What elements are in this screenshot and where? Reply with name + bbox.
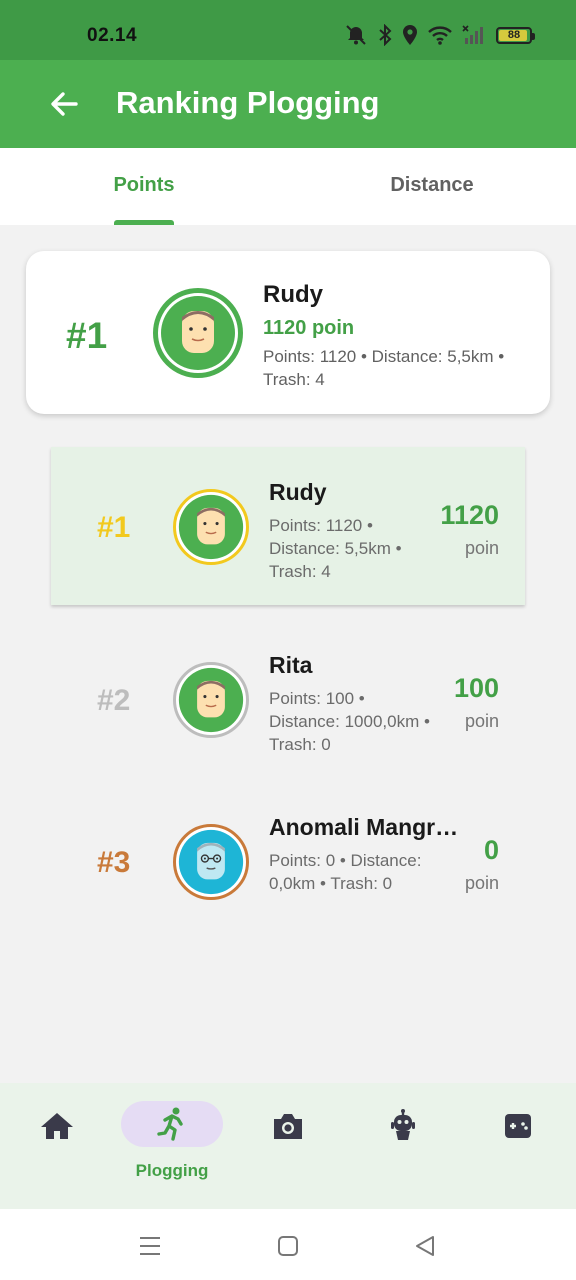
rank-label: #1	[97, 511, 131, 544]
nav-robot[interactable]	[353, 1101, 453, 1181]
status-icons: 88	[344, 24, 535, 46]
bluetooth-icon	[379, 24, 392, 46]
avatar	[173, 489, 249, 565]
system-nav-bar	[0, 1209, 576, 1280]
arrow-back-icon	[51, 92, 78, 116]
user-avatar-icon	[161, 296, 235, 370]
gamepad-icon	[505, 1114, 531, 1138]
tab-indicator	[114, 220, 174, 225]
ranker-detail: Points: 0 • Distance: 0,0km • Trash: 0	[269, 851, 422, 893]
signal-icon	[462, 25, 483, 44]
home-button[interactable]	[273, 1231, 303, 1261]
avatar	[173, 824, 249, 900]
nav-home[interactable]	[7, 1101, 107, 1181]
top-ranker-detail: Points: 1120 • Distance: 5,5km • Trash: …	[263, 347, 505, 389]
avatar	[173, 662, 249, 738]
ranker-detail: Points: 1120 • Distance: 5,5km • Trash: …	[269, 516, 402, 581]
battery-icon: 88	[496, 26, 535, 44]
rank-label: #3	[97, 846, 131, 879]
nav-label-plogging: Plogging	[135, 1161, 209, 1180]
nav-games[interactable]	[468, 1101, 568, 1181]
points-unit: poin	[464, 711, 499, 731]
menu-icon	[140, 1237, 160, 1255]
app-bar: Ranking Plogging	[0, 60, 576, 148]
top-ranker-card: #1 Rudy 1120 poin Points: 1120 • Distanc…	[26, 251, 550, 414]
user-avatar-icon	[178, 667, 244, 733]
home-icon	[41, 1113, 73, 1139]
user-avatar-icon	[178, 494, 244, 560]
location-icon	[403, 25, 417, 45]
ranker-name: Rita	[269, 652, 313, 678]
ranker-name: Anomali Mangrove	[269, 814, 464, 840]
battery-level: 88	[507, 29, 521, 41]
ranking-row[interactable]: #2 Rita Points: 100 • Distance: 1000,0km…	[51, 620, 525, 778]
ranker-points: 0	[483, 835, 499, 865]
nav-plogging[interactable]: Plogging	[121, 1101, 223, 1181]
status-time: 02.14	[87, 25, 138, 46]
tab-bar: Points Distance	[0, 148, 576, 225]
ranking-row[interactable]: #3 Anomali Mangrove Points: 0 • Distance…	[51, 782, 525, 940]
wifi-icon	[428, 26, 452, 45]
camera-icon	[274, 1114, 302, 1139]
status-bar: 02.14 88	[0, 0, 576, 60]
top-rank-label: #1	[66, 315, 108, 356]
points-unit: poin	[464, 538, 499, 558]
top-ranker-name: Rudy	[263, 281, 323, 308]
tab-distance[interactable]: Distance	[288, 148, 576, 225]
ranker-points: 100	[453, 673, 499, 703]
user-avatar-glasses-icon	[178, 829, 244, 895]
running-icon	[157, 1107, 183, 1141]
points-unit: poin	[464, 873, 499, 893]
triangle-back-icon	[416, 1236, 434, 1256]
page-title: Ranking Plogging	[116, 85, 380, 120]
system-back-button[interactable]	[410, 1231, 440, 1261]
top-ranker-points: 1120 poin	[263, 317, 355, 339]
square-icon	[278, 1236, 298, 1256]
rank-label: #2	[97, 684, 131, 717]
robot-icon	[391, 1109, 415, 1140]
ranker-name: Rudy	[269, 479, 327, 505]
tab-points[interactable]: Points	[0, 148, 288, 225]
ranker-points: 1120	[440, 500, 499, 530]
bottom-nav: Plogging	[0, 1083, 576, 1209]
ranker-detail: Points: 100 • Distance: 1000,0km • Trash…	[269, 689, 430, 754]
avatar	[153, 288, 243, 378]
back-button[interactable]	[46, 86, 82, 122]
nav-camera[interactable]	[238, 1101, 338, 1181]
mute-icon	[346, 25, 366, 45]
recents-button[interactable]	[135, 1231, 165, 1261]
ranking-row[interactable]: #1 Rudy Points: 1120 • Distance: 5,5km •…	[51, 447, 525, 605]
